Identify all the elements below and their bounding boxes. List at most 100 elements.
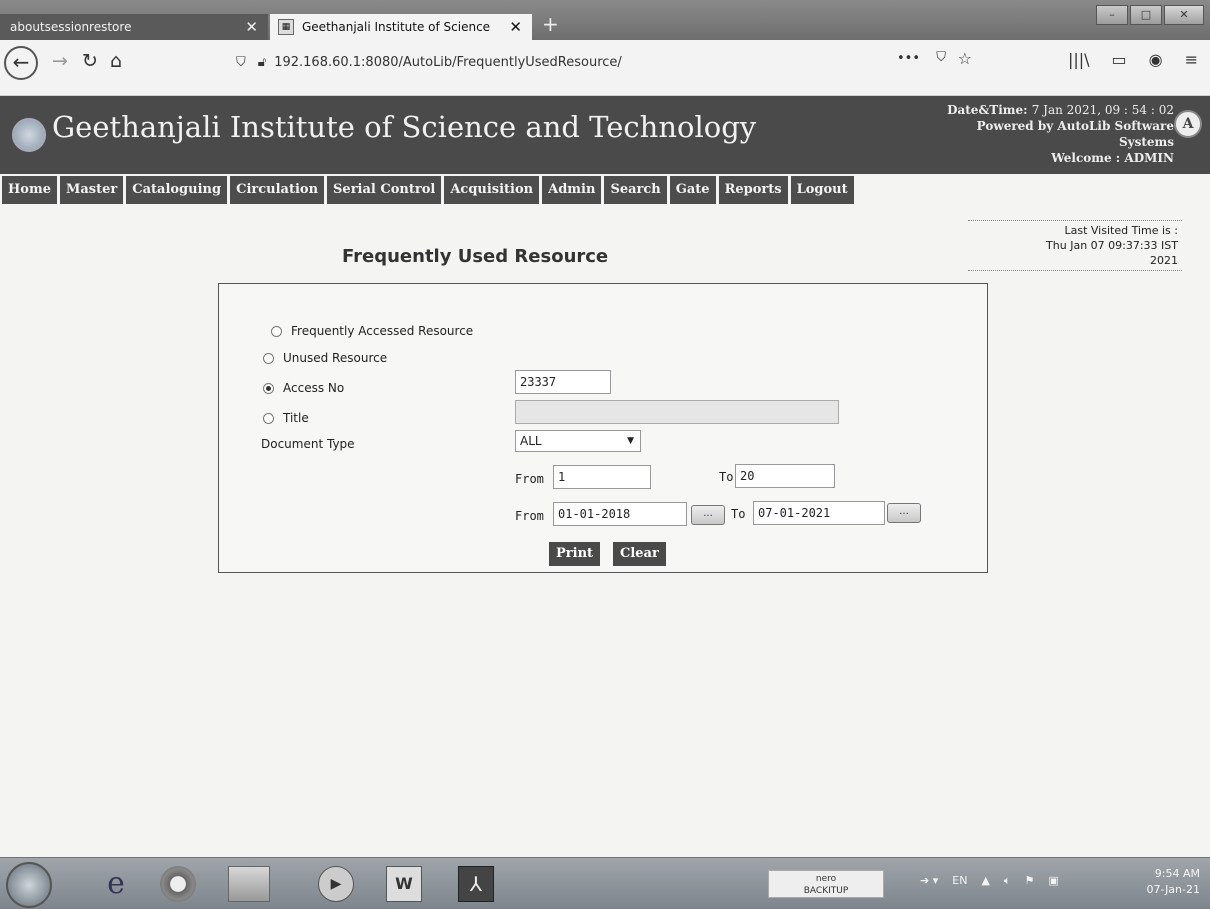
header-info: Date&Time: 7 Jan 2021, 09 : 54 : 02 Powe… xyxy=(947,102,1174,166)
range-from-input[interactable]: 1 xyxy=(553,465,651,489)
file-explorer-icon[interactable] xyxy=(228,866,270,902)
welcome-label: Welcome xyxy=(1051,151,1112,165)
document-type-label: Document Type xyxy=(261,437,355,451)
menu-item-logout[interactable]: Logout xyxy=(790,176,854,204)
range-from-label: From xyxy=(515,472,544,486)
chrome-icon[interactable] xyxy=(160,866,196,902)
nero-backitup-icon[interactable]: nero BACKITUP xyxy=(768,870,884,898)
maximize-button[interactable]: □ xyxy=(1130,5,1162,25)
network-icon[interactable]: ▣ xyxy=(1048,874,1058,888)
close-window-button[interactable]: ✕ xyxy=(1164,5,1204,25)
network-arrow-icon[interactable]: ➔ ▾ xyxy=(920,874,938,888)
show-hidden-icons-icon[interactable]: ▲ xyxy=(981,874,989,888)
flag-icon[interactable]: ⚑ xyxy=(1025,874,1035,888)
library-icon[interactable]: |||\ xyxy=(1068,50,1090,69)
date-to-input[interactable]: 07-01-2021 xyxy=(753,501,885,525)
welcome-separator: : xyxy=(1115,151,1121,165)
tab-geethanjali[interactable]: ▦ Geethanjali Institute of Science ✕ xyxy=(270,14,532,40)
option-unused-resource[interactable]: Unused Resource xyxy=(263,351,387,365)
acrobat-icon[interactable]: ⅄ xyxy=(458,866,494,902)
new-tab-button[interactable]: + xyxy=(542,12,559,36)
last-visited-line3: 2021 xyxy=(1150,254,1178,267)
media-player-icon[interactable]: ▶ xyxy=(318,866,354,902)
last-visited-line2: Thu Jan 07 09:37:33 IST xyxy=(1046,239,1178,252)
range-to-input[interactable]: 20 xyxy=(735,464,835,488)
clock-time: 9:54 AM xyxy=(1154,867,1200,880)
access-no-input[interactable]: 23337 xyxy=(515,370,611,394)
institute-logo xyxy=(12,118,46,152)
bookmark-star-icon[interactable]: ☆ xyxy=(958,49,972,68)
reload-button[interactable]: ↻ xyxy=(82,50,98,72)
browser-toolbar-right: |||\ ▭ ◉ ≡ xyxy=(1068,50,1198,69)
option-access-no[interactable]: Access No xyxy=(263,381,344,395)
powered-by-line1: Powered by AutoLib Software xyxy=(976,119,1174,133)
home-button[interactable]: ⌂ xyxy=(110,50,122,72)
page-actions-icon[interactable]: ••• xyxy=(897,51,920,66)
institute-name: Geethanjali Institute of Science and Tec… xyxy=(52,110,757,144)
main-menu-bar: Home Master Cataloguing Circulation Seri… xyxy=(0,174,1210,210)
autolib-logo-icon: A xyxy=(1174,110,1202,138)
site-header: Geethanjali Institute of Science and Tec… xyxy=(0,96,1210,174)
menu-item-serial-control[interactable]: Serial Control xyxy=(327,176,442,204)
clear-button[interactable]: Clear xyxy=(613,542,666,566)
tab-label: aboutsessionrestore xyxy=(10,20,132,34)
date-to-calendar-button[interactable]: ... xyxy=(887,503,921,523)
option-frequently-accessed[interactable]: Frequently Accessed Resource xyxy=(271,324,473,338)
datetime-label: Date&Time: xyxy=(947,103,1028,117)
minimize-button[interactable]: – xyxy=(1096,5,1128,25)
back-button[interactable]: ← xyxy=(4,46,38,80)
menu-item-reports[interactable]: Reports xyxy=(718,176,788,204)
forward-button[interactable]: → xyxy=(52,50,68,72)
page-title: Frequently Used Resource xyxy=(342,246,609,267)
print-button[interactable]: Print xyxy=(549,542,601,566)
radio-unused-resource[interactable] xyxy=(263,352,274,364)
main-menu: Home Master Cataloguing Circulation Seri… xyxy=(2,176,854,204)
close-tab-icon[interactable]: ✕ xyxy=(245,18,258,36)
menu-item-admin[interactable]: Admin xyxy=(542,176,602,204)
tab-label: Geethanjali Institute of Science xyxy=(302,20,491,34)
sidebar-icon[interactable]: ▭ xyxy=(1112,50,1127,69)
language-indicator[interactable]: EN xyxy=(952,874,967,888)
chevron-down-icon: ▼ xyxy=(627,436,634,446)
url-bar[interactable]: ⛉ 🔓︎ 192.168.60.1:8080/AutoLib/Frequentl… xyxy=(230,47,980,77)
powered-by-line2: Systems xyxy=(1118,135,1174,149)
window-controls: – □ ✕ xyxy=(1096,5,1204,25)
radio-title[interactable] xyxy=(263,412,274,424)
menu-item-gate[interactable]: Gate xyxy=(669,176,716,204)
shield-icon[interactable]: ⛉ xyxy=(236,55,246,70)
close-tab-icon[interactable]: ✕ xyxy=(509,18,522,36)
browser-nav-bar: ← → ↻ ⌂ ⛉ 🔓︎ 192.168.60.1:8080/AutoLib/F… xyxy=(0,40,1210,96)
taskbar-clock[interactable]: 9:54 AM 07-Jan-21 xyxy=(1146,866,1200,898)
date-from-calendar-button[interactable]: ... xyxy=(691,505,725,525)
report-form-panel: Frequently Accessed Resource Unused Reso… xyxy=(218,283,988,573)
radio-access-no[interactable] xyxy=(263,382,274,394)
option-label: Access No xyxy=(283,381,345,395)
menu-item-search[interactable]: Search xyxy=(604,176,667,204)
start-button[interactable] xyxy=(6,862,52,908)
option-title[interactable]: Title xyxy=(263,411,309,425)
last-visited-info: Last Visited Time is : Thu Jan 07 09:37:… xyxy=(968,220,1182,271)
menu-item-home[interactable]: Home xyxy=(2,176,57,204)
menu-item-cataloguing[interactable]: Cataloguing xyxy=(126,176,228,204)
account-icon[interactable]: ◉ xyxy=(1149,50,1163,69)
option-label: Title xyxy=(283,411,309,425)
volume-icon[interactable]: 🔈︎ xyxy=(1004,874,1011,888)
menu-item-master[interactable]: Master xyxy=(59,176,124,204)
date-from-input[interactable]: 01-01-2018 xyxy=(553,502,687,526)
hamburger-menu-icon[interactable]: ≡ xyxy=(1185,50,1198,69)
menu-item-acquisition[interactable]: Acquisition xyxy=(444,176,540,204)
url-text[interactable]: 192.168.60.1:8080/AutoLib/FrequentlyUsed… xyxy=(274,55,622,70)
date-from-label: From xyxy=(515,509,544,523)
title-input[interactable] xyxy=(515,400,839,424)
nero-label: nero xyxy=(815,874,837,884)
option-label: Frequently Accessed Resource xyxy=(291,324,474,338)
pocket-icon[interactable]: ⛉ xyxy=(936,50,946,65)
tab-session-restore[interactable]: aboutsessionrestore ✕ xyxy=(0,14,268,40)
word-icon[interactable]: W xyxy=(386,866,422,902)
welcome-user: ADMIN xyxy=(1124,151,1174,165)
menu-item-circulation[interactable]: Circulation xyxy=(230,176,325,204)
insecure-lock-icon[interactable]: 🔓︎ xyxy=(258,55,266,70)
document-type-select[interactable]: ALL ▼ xyxy=(515,430,641,452)
internet-explorer-icon[interactable]: e xyxy=(98,866,134,902)
radio-frequently-accessed[interactable] xyxy=(271,325,282,337)
